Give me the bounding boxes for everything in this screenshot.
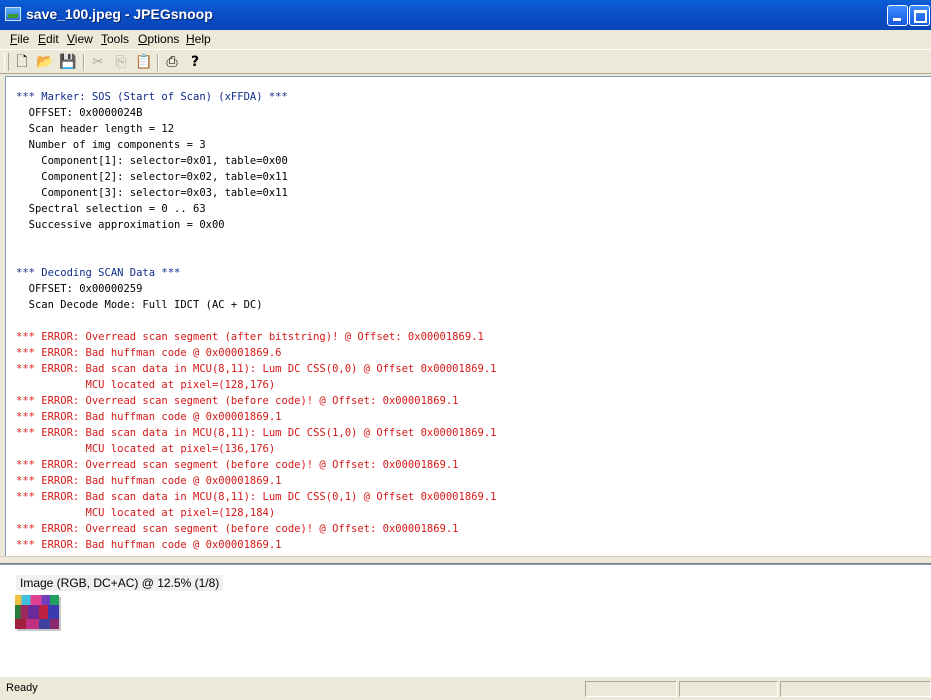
copy-icon[interactable]: ⎘ <box>112 53 130 71</box>
pane-splitter[interactable] <box>0 556 931 564</box>
menu-options[interactable]: Options <box>138 32 179 46</box>
toolbar-separator <box>157 54 159 71</box>
log-line: Component[2]: selector=0x02, table=0x11 <box>16 171 288 183</box>
log-line: *** ERROR: Bad huffman code @ 0x00001869… <box>16 475 282 487</box>
log-line: Scan Decode Mode: Full IDCT (AC + DC) <box>16 299 263 311</box>
log-line: *** ERROR: Bad huffman code @ 0x00001869… <box>16 539 282 551</box>
log-pane[interactable]: *** Marker: SOS (Start of Scan) (xFFDA) … <box>5 76 931 556</box>
log-line: *** ERROR: Overread scan segment (before… <box>16 523 459 535</box>
image-thumbnail <box>15 595 59 629</box>
status-bar: Ready <box>0 678 931 700</box>
log-line: Successive approximation = 0x00 <box>16 219 225 231</box>
log-line: *** ERROR: Bad huffman code @ 0x00001869… <box>16 347 282 359</box>
print-icon[interactable]: ⎙ <box>163 53 181 71</box>
log-line: Number of img components = 3 <box>16 139 206 151</box>
cut-icon[interactable]: ✂ <box>89 53 107 71</box>
log-line: Component[1]: selector=0x01, table=0x00 <box>16 155 288 167</box>
log-line: *** ERROR: Bad huffman code @ 0x00001869… <box>16 411 282 423</box>
title-bar[interactable]: save_100.jpeg - JPEGsnoop <box>0 0 931 30</box>
menu-edit[interactable]: Edit <box>38 32 59 46</box>
menu-tools[interactable]: Tools <box>101 32 129 46</box>
log-line: Scan header length = 12 <box>16 123 175 135</box>
log-line: *** ERROR: Overread scan segment (before… <box>16 395 459 407</box>
log-line: *** ERROR: Overread scan segment (after … <box>16 331 484 343</box>
log-line: *** ERROR: Bad scan data in MCU(8,11): L… <box>16 491 497 503</box>
help-icon[interactable]: ? <box>186 53 204 71</box>
maximize-button[interactable] <box>909 5 930 26</box>
log-line: Spectral selection = 0 .. 63 <box>16 203 206 215</box>
window-title: save_100.jpeg - JPEGsnoop <box>26 6 213 22</box>
menu-view[interactable]: View <box>67 32 93 46</box>
paste-icon[interactable]: 📋 <box>135 53 153 71</box>
save-icon[interactable]: 💾 <box>59 53 77 71</box>
log-line: OFFSET: 0x0000024B <box>16 107 143 119</box>
toolbar: 🗋 📂 💾 ✂ ⎘ 📋 ⎙ ? <box>0 49 931 74</box>
log-line: *** Marker: SOS (Start of Scan) (xFFDA) … <box>16 91 288 103</box>
log-line: MCU located at pixel=(128,176) <box>16 379 276 391</box>
log-line: Component[3]: selector=0x03, table=0x11 <box>16 187 288 199</box>
log-line: *** ERROR: Overread scan segment (before… <box>16 459 459 471</box>
image-caption: Image (RGB, DC+AC) @ 12.5% (1/8) <box>16 575 224 591</box>
status-text: Ready <box>6 682 38 694</box>
menu-help[interactable]: Help <box>186 32 211 46</box>
log-line: OFFSET: 0x00000259 <box>16 283 143 295</box>
minimize-button[interactable] <box>887 5 908 26</box>
toolbar-grip[interactable] <box>4 53 9 71</box>
status-panel <box>780 681 931 697</box>
new-file-icon[interactable]: 🗋 <box>13 53 31 71</box>
status-panel <box>679 681 778 697</box>
log-line: MCU located at pixel=(136,176) <box>16 443 276 455</box>
toolbar-separator <box>83 54 85 71</box>
log-line: *** ERROR: Bad scan data in MCU(8,11): L… <box>16 363 497 375</box>
image-pane[interactable]: Image (RGB, DC+AC) @ 12.5% (1/8) <box>0 564 931 677</box>
open-folder-icon[interactable]: 📂 <box>36 53 54 71</box>
log-line: MCU located at pixel=(128,184) <box>16 507 276 519</box>
log-text: *** Marker: SOS (Start of Scan) (xFFDA) … <box>16 89 496 556</box>
log-line: *** ERROR: Bad scan data in MCU(8,11): L… <box>16 427 497 439</box>
menu-bar: File Edit View Tools Options Help <box>0 30 931 49</box>
menu-file[interactable]: File <box>10 32 29 46</box>
status-panel <box>585 681 677 697</box>
app-icon[interactable] <box>5 7 21 21</box>
log-line: *** Decoding SCAN Data *** <box>16 267 181 279</box>
